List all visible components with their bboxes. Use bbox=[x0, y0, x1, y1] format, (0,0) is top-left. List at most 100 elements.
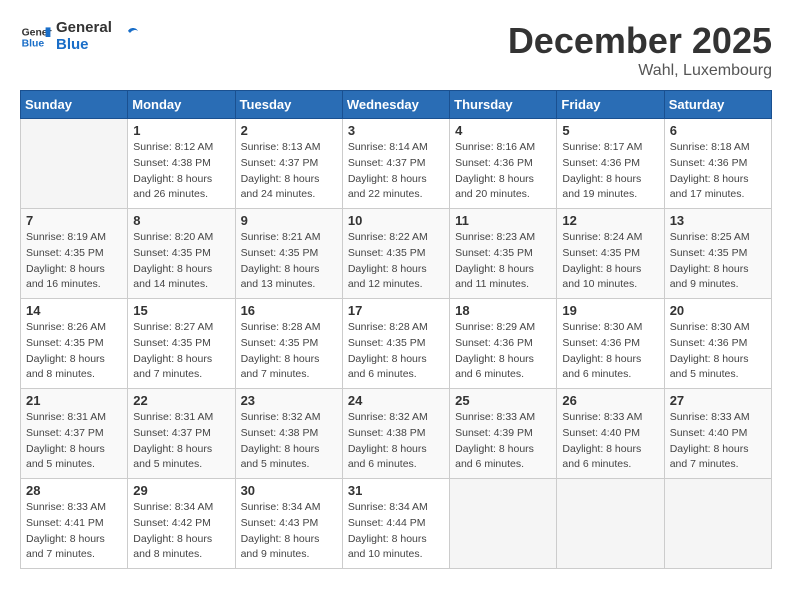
calendar-week-1: 7Sunrise: 8:19 AM Sunset: 4:35 PM Daylig… bbox=[21, 209, 772, 299]
day-info: Sunrise: 8:16 AM Sunset: 4:36 PM Dayligh… bbox=[455, 140, 551, 203]
calendar-cell: 23 Sunrise: 8:32 AM Sunset: 4:38 PM Dayli… bbox=[235, 389, 342, 479]
day-number: 6 bbox=[670, 123, 766, 138]
day-number: 25 bbox=[455, 393, 551, 408]
calendar-cell bbox=[664, 479, 771, 569]
calendar-cell: 13 Sunrise: 8:25 AM Sunset: 4:35 PM Dayli… bbox=[664, 209, 771, 299]
calendar-cell: 29Sunrise: 8:34 AM Sunset: 4:42 PM Dayli… bbox=[128, 479, 235, 569]
calendar-cell: 27 Sunrise: 8:33 AM Sunset: 4:40 PM Dayli… bbox=[664, 389, 771, 479]
day-info: Sunrise: 8:33 AM Sunset: 4:40 PM Dayligh… bbox=[670, 410, 766, 473]
day-number: 21 bbox=[26, 393, 122, 408]
day-number: 22 bbox=[133, 393, 229, 408]
day-number: 19 bbox=[562, 303, 658, 318]
day-info: Sunrise: 8:12 AM Sunset: 4:38 PM Dayligh… bbox=[133, 140, 229, 203]
calendar-table: SundayMondayTuesdayWednesdayThursdayFrid… bbox=[20, 90, 772, 569]
day-info: Sunrise: 8:13 AM Sunset: 4:37 PM Dayligh… bbox=[241, 140, 337, 203]
day-info: Sunrise: 8:34 AM Sunset: 4:42 PM Dayligh… bbox=[133, 500, 229, 563]
day-number: 9 bbox=[241, 213, 337, 228]
svg-text:Blue: Blue bbox=[22, 38, 45, 49]
calendar-week-0: 1Sunrise: 8:12 AM Sunset: 4:38 PM Daylig… bbox=[21, 119, 772, 209]
calendar-cell: 4Sunrise: 8:16 AM Sunset: 4:36 PM Daylig… bbox=[450, 119, 557, 209]
calendar-cell: 7Sunrise: 8:19 AM Sunset: 4:35 PM Daylig… bbox=[21, 209, 128, 299]
calendar-cell: 20Sunrise: 8:30 AM Sunset: 4:36 PM Dayli… bbox=[664, 299, 771, 389]
calendar-cell: 30 Sunrise: 8:34 AM Sunset: 4:43 PM Dayli… bbox=[235, 479, 342, 569]
day-info: Sunrise: 8:30 AM Sunset: 4:36 PM Dayligh… bbox=[562, 320, 658, 383]
day-header-thursday: Thursday bbox=[450, 91, 557, 119]
day-info: Sunrise: 8:24 AM Sunset: 4:35 PM Dayligh… bbox=[562, 230, 658, 293]
calendar-body: 1Sunrise: 8:12 AM Sunset: 4:38 PM Daylig… bbox=[21, 119, 772, 569]
day-number: 3 bbox=[348, 123, 444, 138]
calendar-cell: 6Sunrise: 8:18 AM Sunset: 4:36 PM Daylig… bbox=[664, 119, 771, 209]
day-info: Sunrise: 8:31 AM Sunset: 4:37 PM Dayligh… bbox=[26, 410, 122, 473]
day-number: 11 bbox=[455, 213, 551, 228]
logo-icon: General Blue bbox=[20, 21, 52, 53]
day-info: Sunrise: 8:30 AM Sunset: 4:36 PM Dayligh… bbox=[670, 320, 766, 383]
day-header-tuesday: Tuesday bbox=[235, 91, 342, 119]
day-info: Sunrise: 8:20 AM Sunset: 4:35 PM Dayligh… bbox=[133, 230, 229, 293]
day-info: Sunrise: 8:28 AM Sunset: 4:35 PM Dayligh… bbox=[348, 320, 444, 383]
day-number: 27 bbox=[670, 393, 766, 408]
calendar-header-row: SundayMondayTuesdayWednesdayThursdayFrid… bbox=[21, 91, 772, 119]
day-number: 8 bbox=[133, 213, 229, 228]
day-number: 26 bbox=[562, 393, 658, 408]
location-subtitle: Wahl, Luxembourg bbox=[508, 62, 772, 80]
day-info: Sunrise: 8:28 AM Sunset: 4:35 PM Dayligh… bbox=[241, 320, 337, 383]
day-number: 5 bbox=[562, 123, 658, 138]
day-info: Sunrise: 8:32 AM Sunset: 4:38 PM Dayligh… bbox=[348, 410, 444, 473]
calendar-cell: 22 Sunrise: 8:31 AM Sunset: 4:37 PM Dayli… bbox=[128, 389, 235, 479]
day-number: 24 bbox=[348, 393, 444, 408]
day-number: 17 bbox=[348, 303, 444, 318]
day-number: 12 bbox=[562, 213, 658, 228]
day-info: Sunrise: 8:23 AM Sunset: 4:35 PM Dayligh… bbox=[455, 230, 551, 293]
day-info: Sunrise: 8:14 AM Sunset: 4:37 PM Dayligh… bbox=[348, 140, 444, 203]
calendar-cell: 21 Sunrise: 8:31 AM Sunset: 4:37 PM Dayli… bbox=[21, 389, 128, 479]
calendar-cell: 2 Sunrise: 8:13 AM Sunset: 4:37 PM Daylig… bbox=[235, 119, 342, 209]
calendar-cell: 17 Sunrise: 8:28 AM Sunset: 4:35 PM Dayli… bbox=[342, 299, 449, 389]
day-number: 10 bbox=[348, 213, 444, 228]
calendar-cell: 15Sunrise: 8:27 AM Sunset: 4:35 PM Dayli… bbox=[128, 299, 235, 389]
calendar-cell: 10 Sunrise: 8:22 AM Sunset: 4:35 PM Dayli… bbox=[342, 209, 449, 299]
day-header-monday: Monday bbox=[128, 91, 235, 119]
logo-bird-icon bbox=[116, 25, 140, 49]
calendar-cell: 19 Sunrise: 8:30 AM Sunset: 4:36 PM Dayli… bbox=[557, 299, 664, 389]
day-info: Sunrise: 8:34 AM Sunset: 4:43 PM Dayligh… bbox=[241, 500, 337, 563]
day-number: 30 bbox=[241, 483, 337, 498]
day-info: Sunrise: 8:31 AM Sunset: 4:37 PM Dayligh… bbox=[133, 410, 229, 473]
day-number: 18 bbox=[455, 303, 551, 318]
calendar-week-4: 28Sunrise: 8:33 AM Sunset: 4:41 PM Dayli… bbox=[21, 479, 772, 569]
day-number: 16 bbox=[241, 303, 337, 318]
header: General Blue General Blue December 2025 … bbox=[20, 20, 772, 80]
day-info: Sunrise: 8:25 AM Sunset: 4:35 PM Dayligh… bbox=[670, 230, 766, 293]
calendar-week-3: 21 Sunrise: 8:31 AM Sunset: 4:37 PM Dayli… bbox=[21, 389, 772, 479]
day-number: 23 bbox=[241, 393, 337, 408]
day-info: Sunrise: 8:29 AM Sunset: 4:36 PM Dayligh… bbox=[455, 320, 551, 383]
day-info: Sunrise: 8:34 AM Sunset: 4:44 PM Dayligh… bbox=[348, 500, 444, 563]
calendar-cell bbox=[557, 479, 664, 569]
day-info: Sunrise: 8:32 AM Sunset: 4:38 PM Dayligh… bbox=[241, 410, 337, 473]
calendar-cell: 9 Sunrise: 8:21 AM Sunset: 4:35 PM Daylig… bbox=[235, 209, 342, 299]
day-number: 2 bbox=[241, 123, 337, 138]
calendar-cell: 11 Sunrise: 8:23 AM Sunset: 4:35 PM Dayli… bbox=[450, 209, 557, 299]
day-info: Sunrise: 8:17 AM Sunset: 4:36 PM Dayligh… bbox=[562, 140, 658, 203]
day-info: Sunrise: 8:33 AM Sunset: 4:40 PM Dayligh… bbox=[562, 410, 658, 473]
day-info: Sunrise: 8:21 AM Sunset: 4:35 PM Dayligh… bbox=[241, 230, 337, 293]
calendar-cell: 5 Sunrise: 8:17 AM Sunset: 4:36 PM Daylig… bbox=[557, 119, 664, 209]
day-number: 15 bbox=[133, 303, 229, 318]
day-header-sunday: Sunday bbox=[21, 91, 128, 119]
calendar-cell: 25Sunrise: 8:33 AM Sunset: 4:39 PM Dayli… bbox=[450, 389, 557, 479]
day-number: 7 bbox=[26, 213, 122, 228]
calendar-cell: 3 Sunrise: 8:14 AM Sunset: 4:37 PM Daylig… bbox=[342, 119, 449, 209]
day-number: 13 bbox=[670, 213, 766, 228]
calendar-cell: 28Sunrise: 8:33 AM Sunset: 4:41 PM Dayli… bbox=[21, 479, 128, 569]
day-number: 28 bbox=[26, 483, 122, 498]
day-info: Sunrise: 8:22 AM Sunset: 4:35 PM Dayligh… bbox=[348, 230, 444, 293]
day-number: 14 bbox=[26, 303, 122, 318]
day-info: Sunrise: 8:26 AM Sunset: 4:35 PM Dayligh… bbox=[26, 320, 122, 383]
calendar-cell bbox=[21, 119, 128, 209]
calendar-cell: 16 Sunrise: 8:28 AM Sunset: 4:35 PM Dayli… bbox=[235, 299, 342, 389]
calendar-cell: 12 Sunrise: 8:24 AM Sunset: 4:35 PM Dayli… bbox=[557, 209, 664, 299]
month-year-title: December 2025 bbox=[508, 20, 772, 62]
title-area: December 2025 Wahl, Luxembourg bbox=[508, 20, 772, 80]
calendar-cell bbox=[450, 479, 557, 569]
day-header-wednesday: Wednesday bbox=[342, 91, 449, 119]
calendar-cell: 18 Sunrise: 8:29 AM Sunset: 4:36 PM Dayli… bbox=[450, 299, 557, 389]
